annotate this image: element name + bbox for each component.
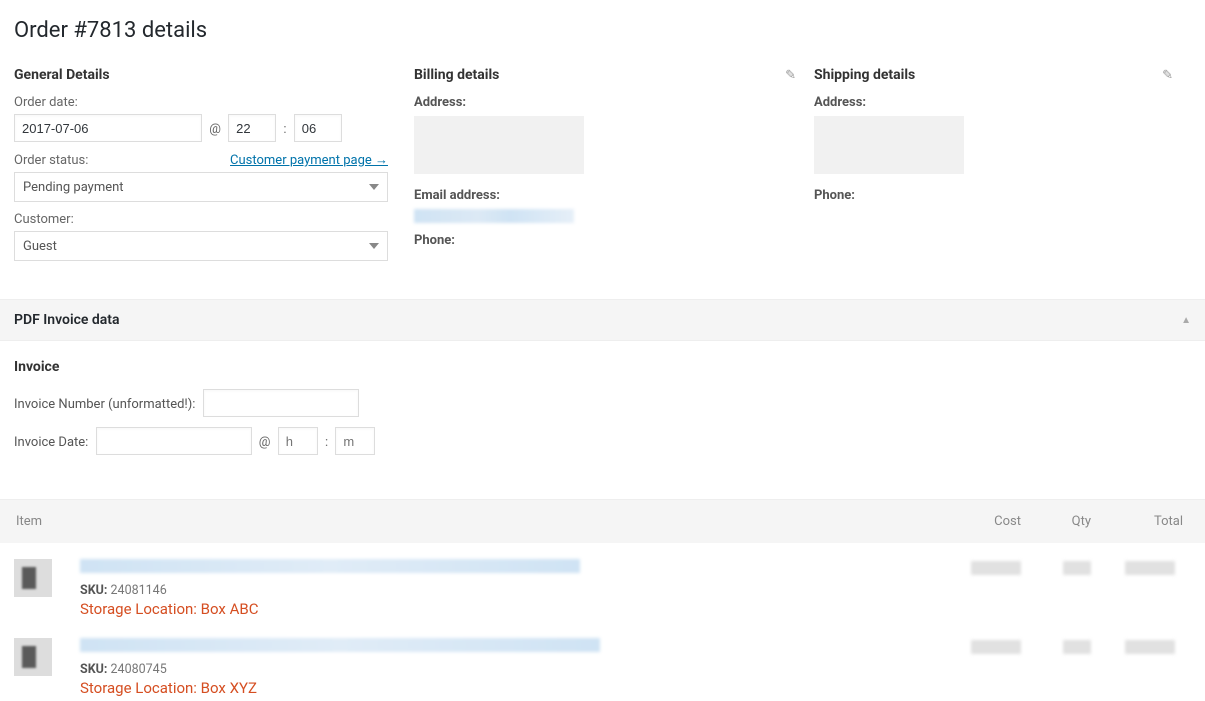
items-col-item: Item [14, 514, 941, 529]
shipping-address-label: Address: [814, 95, 1191, 110]
edit-shipping-icon[interactable]: ✎ [1162, 68, 1191, 83]
customer-value: Guest [23, 239, 57, 254]
item-cost-redacted [971, 640, 1021, 654]
invoice-minute-input[interactable] [335, 427, 375, 455]
item-sku-line: SKU: 24080745 [80, 662, 941, 677]
time-separator: : [283, 122, 286, 137]
pdf-invoice-panel-body: Invoice Invoice Number (unformatted!): I… [14, 341, 1191, 475]
order-date-input[interactable] [14, 114, 202, 142]
order-hour-input[interactable] [228, 114, 276, 142]
invoice-date-label: Invoice Date: [14, 435, 88, 450]
invoice-number-label: Invoice Number (unformatted!): [14, 397, 195, 412]
at-symbol: @ [209, 122, 221, 137]
order-date-label: Order date: [14, 95, 414, 110]
chevron-down-icon [369, 182, 379, 192]
billing-address-label: Address: [414, 95, 814, 110]
page-title: Order #7813 details [14, 18, 1191, 43]
edit-billing-icon[interactable]: ✎ [785, 68, 814, 83]
general-heading: General Details [14, 67, 110, 83]
panel-collapse-icon[interactable]: ▲ [1181, 315, 1191, 326]
billing-email-redacted [414, 209, 574, 223]
items-col-cost: Cost [941, 514, 1021, 529]
billing-address-redacted [414, 116, 584, 174]
item-row: SKU: 24080745 Storage Location: Box XYZ [14, 622, 1191, 701]
items-col-total: Total [1091, 514, 1191, 529]
order-minute-input[interactable] [294, 114, 342, 142]
item-title-redacted [80, 559, 580, 573]
invoice-time-separator: : [325, 435, 328, 450]
item-cost-redacted [971, 561, 1021, 575]
shipping-phone-label: Phone: [814, 188, 1191, 203]
order-status-select[interactable]: Pending payment [14, 172, 388, 202]
sku-label: SKU: [80, 583, 107, 598]
sku-label: SKU: [80, 662, 107, 677]
pdf-invoice-title: PDF Invoice data [14, 312, 120, 328]
item-qty-redacted [1063, 561, 1091, 575]
sku-value: 24080745 [111, 662, 167, 677]
item-storage-location: Storage Location: Box ABC [80, 600, 941, 618]
shipping-details-column: Shipping details ✎ Address: Phone: [814, 67, 1191, 271]
item-row: SKU: 24081146 Storage Location: Box ABC [14, 543, 1191, 622]
sku-value: 24081146 [111, 583, 167, 598]
item-total-redacted [1125, 561, 1175, 575]
billing-heading: Billing details [414, 67, 499, 83]
item-storage-location: Storage Location: Box XYZ [80, 679, 941, 697]
shipping-heading: Shipping details [814, 67, 915, 83]
general-details-column: General Details Order date: @ : Order st… [14, 67, 414, 271]
item-thumbnail[interactable] [14, 559, 52, 597]
billing-email-label: Email address: [414, 188, 814, 203]
item-sku-line: SKU: 24081146 [80, 583, 941, 598]
chevron-down-icon [369, 241, 379, 251]
invoice-at-symbol: @ [259, 435, 271, 450]
customer-select[interactable]: Guest [14, 231, 388, 261]
invoice-subheading: Invoice [14, 359, 1191, 375]
order-status-value: Pending payment [23, 180, 124, 195]
items-col-qty: Qty [1021, 514, 1091, 529]
invoice-hour-input[interactable] [278, 427, 318, 455]
item-qty-redacted [1063, 640, 1091, 654]
order-status-label: Order status: [14, 153, 88, 168]
customer-label: Customer: [14, 212, 414, 227]
customer-payment-page-link[interactable]: Customer payment page → [230, 152, 388, 168]
invoice-number-input[interactable] [203, 389, 359, 417]
billing-phone-label: Phone: [414, 233, 814, 248]
shipping-address-redacted [814, 116, 964, 174]
billing-details-column: Billing details ✎ Address: Email address… [414, 67, 814, 271]
pdf-invoice-panel-header: PDF Invoice data ▲ [0, 299, 1205, 341]
item-title-redacted [80, 638, 600, 652]
items-table-header: Item Cost Qty Total [0, 499, 1205, 543]
invoice-date-input[interactable] [96, 427, 252, 455]
item-total-redacted [1125, 640, 1175, 654]
item-thumbnail[interactable] [14, 638, 52, 676]
